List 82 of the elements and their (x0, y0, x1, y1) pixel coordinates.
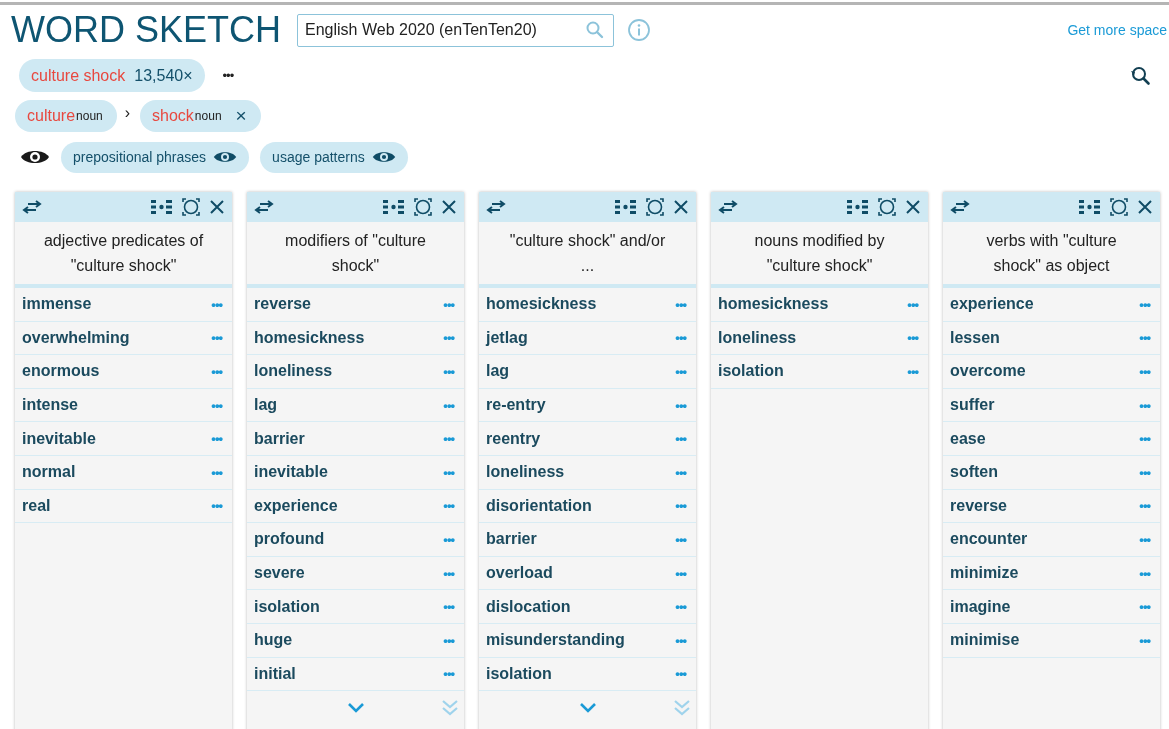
collocate-link[interactable]: real (22, 496, 51, 515)
dots-grid-icon[interactable] (1079, 200, 1101, 214)
query-chip[interactable]: culture shock 13,540× (19, 59, 205, 92)
collocate-link[interactable]: overcome (950, 362, 1026, 381)
eye-icon[interactable] (371, 149, 396, 165)
swap-icon[interactable] (22, 200, 42, 214)
collocate-link[interactable]: overwhelming (22, 328, 130, 347)
dots-grid-icon[interactable] (151, 200, 173, 214)
collocate-link[interactable]: reentry (486, 429, 541, 448)
collocate-link[interactable]: severe (254, 564, 305, 583)
collocate-link[interactable]: disorientation (486, 496, 592, 515)
collocate-link[interactable]: isolation (718, 362, 784, 381)
collocate-link[interactable]: overload (486, 564, 553, 583)
close-icon[interactable] (441, 199, 457, 215)
collocate-link[interactable]: misunderstanding (486, 631, 625, 650)
swap-icon[interactable] (486, 200, 506, 214)
dots-grid-icon[interactable] (847, 200, 869, 214)
collocate-link[interactable]: lag (486, 362, 510, 381)
collocate-link[interactable]: huge (254, 631, 293, 650)
collocate-link[interactable]: homesickness (254, 328, 365, 347)
separator-arrow: › (124, 103, 131, 122)
dots-grid-icon[interactable] (615, 200, 637, 214)
focus-icon[interactable] (878, 198, 896, 216)
collocate-link[interactable]: homesickness (486, 295, 597, 314)
focus-icon[interactable] (414, 198, 432, 216)
collocate-link[interactable]: soften (950, 463, 998, 482)
page-title: WORD SKETCH (11, 9, 282, 51)
collocate-link[interactable]: loneliness (718, 328, 797, 347)
focus-icon[interactable] (646, 198, 664, 216)
panel-title: modifiers of "culture shock" (247, 222, 464, 288)
panel-title: verbs with "culture shock" as object (943, 222, 1160, 288)
dots-grid-icon[interactable] (383, 200, 405, 214)
swap-icon[interactable] (950, 200, 970, 214)
search-reset-icon[interactable] (1129, 64, 1151, 87)
collocate-link[interactable]: isolation (254, 597, 320, 616)
collocate-link[interactable]: lag (254, 396, 278, 415)
collocate-link[interactable]: experience (254, 496, 338, 515)
collocate-link[interactable]: jetlag (486, 328, 528, 347)
swap-icon[interactable] (718, 200, 738, 214)
collocate-link[interactable]: suffer (950, 396, 995, 415)
collocate-link[interactable]: dislocation (486, 597, 571, 616)
toggle-chip[interactable]: usage patterns (260, 141, 408, 173)
collocate-link[interactable]: loneliness (254, 362, 333, 381)
close-icon[interactable] (673, 199, 689, 215)
chevron-down-icon[interactable] (578, 702, 597, 715)
close-icon[interactable] (1137, 199, 1153, 215)
collocate-link[interactable]: homesickness (718, 295, 829, 314)
collocate-link[interactable]: immense (22, 295, 92, 314)
focus-icon[interactable] (1110, 198, 1128, 216)
collocate-link[interactable]: re-entry (486, 396, 546, 415)
collocate-link[interactable]: inevitable (254, 463, 328, 482)
collocate-link[interactable]: minimize (950, 564, 1019, 583)
collocate-link[interactable]: barrier (486, 530, 537, 549)
collocate-link[interactable]: imagine (950, 597, 1011, 616)
collocate-link[interactable]: experience (950, 295, 1034, 314)
collocate-link[interactable]: loneliness (486, 463, 565, 482)
collocate-link[interactable]: ease (950, 429, 986, 448)
collocate-link[interactable]: barrier (254, 429, 305, 448)
collocate-link[interactable]: inevitable (22, 429, 96, 448)
panel-title: nouns modified by "culture shock" (711, 222, 928, 288)
panel-title: "culture shock" and/or ... (479, 222, 696, 288)
chevron-down-icon[interactable] (346, 702, 365, 715)
collocate-link[interactable]: enormous (22, 362, 100, 381)
collocate-link[interactable]: normal (22, 463, 76, 482)
more-button[interactable]: ••• (216, 67, 240, 84)
corpus-field[interactable]: English Web 2020 (enTenTen20) (297, 13, 614, 47)
swap-icon[interactable] (254, 200, 274, 214)
collocate-link[interactable]: lessen (950, 328, 1000, 347)
collocate-link[interactable]: reverse (950, 496, 1007, 515)
eye-icon[interactable] (213, 149, 238, 165)
collocate-link[interactable]: isolation (486, 664, 552, 683)
collocate-link[interactable]: intense (22, 396, 78, 415)
collocate-link[interactable]: reverse (254, 295, 311, 314)
focus-icon[interactable] (182, 198, 200, 216)
close-icon[interactable] (905, 199, 921, 215)
toggle-chip[interactable]: prepositional phrases (61, 141, 250, 173)
panel-title: adjective predicates of "culture shock" (15, 222, 232, 288)
collocate-link[interactable]: minimise (950, 631, 1020, 650)
close-icon[interactable] (209, 199, 225, 215)
collocate-link[interactable]: profound (254, 530, 325, 549)
collocate-link[interactable]: initial (254, 664, 296, 683)
collocate-link[interactable]: encounter (950, 530, 1028, 549)
